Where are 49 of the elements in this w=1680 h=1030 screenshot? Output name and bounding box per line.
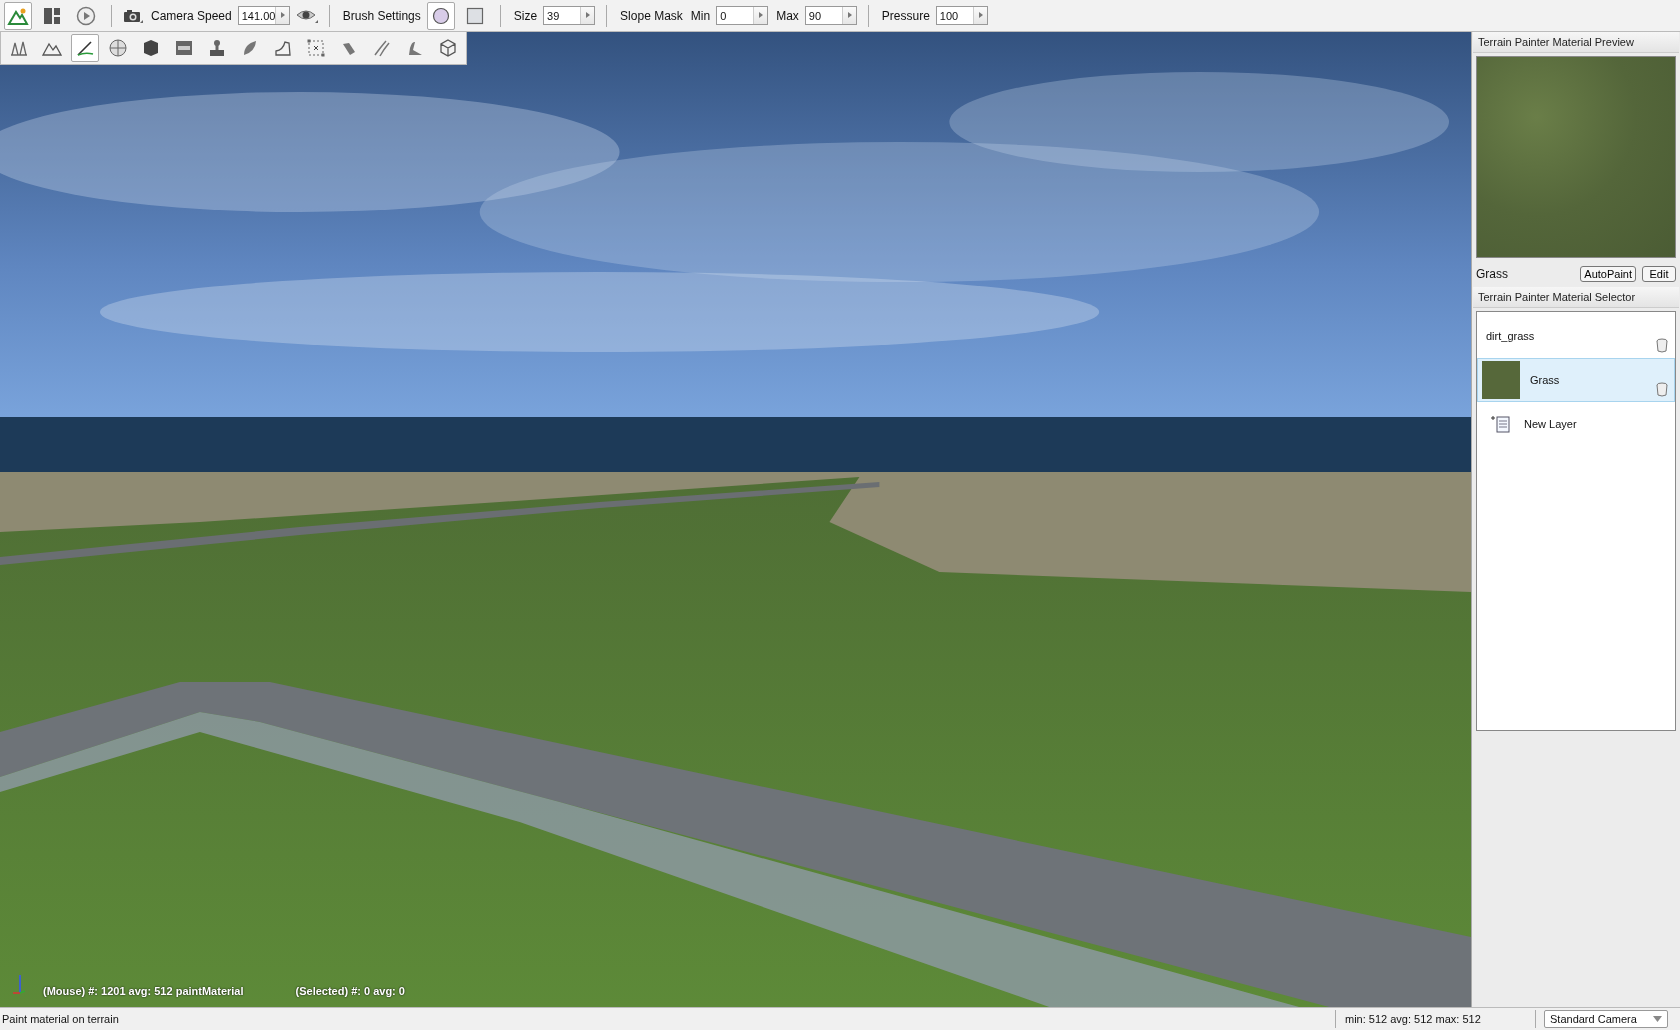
- material-name: Grass: [1476, 267, 1509, 281]
- panel-title: Terrain Painter Material Selector: [1473, 287, 1679, 308]
- circle-icon: [431, 6, 450, 25]
- circle-brush-button[interactable]: [426, 1, 455, 30]
- new-document-icon: [1490, 414, 1512, 434]
- cube-icon: [141, 38, 161, 58]
- axis-gizmo-icon: [12, 973, 28, 995]
- pressure-field[interactable]: 100: [935, 6, 988, 25]
- panels-icon: [43, 6, 61, 25]
- autopaint-button[interactable]: AutoPaint: [1580, 266, 1636, 282]
- mode-button[interactable]: [4, 1, 32, 30]
- min-label: Min: [690, 8, 711, 23]
- material-label: Grass: [1530, 374, 1561, 386]
- status-message: Paint material on terrain: [1, 1013, 120, 1025]
- edit-button[interactable]: Edit: [1642, 266, 1676, 282]
- height-stats: min: 512 avg: 512 max: 512: [1344, 1013, 1482, 1025]
- max-field[interactable]: 90: [804, 6, 857, 25]
- panel-title: Terrain Painter Material Preview: [1473, 32, 1679, 53]
- camera-icon[interactable]: [123, 7, 143, 24]
- material-label: dirt_grass: [1486, 330, 1536, 342]
- mouse-info-text: (Mouse) #: 1201 avg: 512 paintMaterial: [43, 985, 244, 997]
- grass-thumbnail: [1482, 361, 1520, 399]
- slope-mask-label: Slope Mask: [620, 8, 683, 23]
- globe-icon: [108, 38, 128, 58]
- camera-speed-field[interactable]: 141.00: [237, 6, 290, 25]
- stamp-icon: [207, 38, 227, 58]
- play-icon: [76, 5, 96, 26]
- camera-speed-label: Camera Speed: [151, 8, 232, 23]
- new-layer-item[interactable]: New Layer: [1477, 402, 1675, 446]
- selection-icon: [306, 38, 326, 58]
- size-label: Size: [513, 8, 538, 23]
- camera-dropdown[interactable]: Standard Camera: [1544, 1010, 1668, 1028]
- chevron-down-icon: [1653, 1016, 1662, 1022]
- shape-icon: [438, 38, 458, 58]
- min-field[interactable]: 0: [716, 6, 769, 25]
- selected-info-text: (Selected) #: 0 avg: 0: [295, 985, 405, 997]
- trash-icon[interactable]: [1656, 338, 1668, 353]
- material-item[interactable]: dirt_grass: [1477, 314, 1675, 358]
- square-icon: [465, 6, 484, 25]
- ramp-icon: [273, 38, 293, 58]
- brush-settings-label: Brush Settings: [342, 8, 421, 23]
- max-label: Max: [776, 8, 799, 23]
- trash-icon[interactable]: [1656, 382, 1668, 397]
- pressure-label: Pressure: [881, 8, 930, 23]
- brush-icon: [75, 38, 95, 58]
- material-item[interactable]: Grass: [1477, 358, 1675, 402]
- eye-icon[interactable]: [295, 7, 318, 24]
- road-icon: [372, 38, 392, 58]
- size-field[interactable]: 39: [543, 6, 596, 25]
